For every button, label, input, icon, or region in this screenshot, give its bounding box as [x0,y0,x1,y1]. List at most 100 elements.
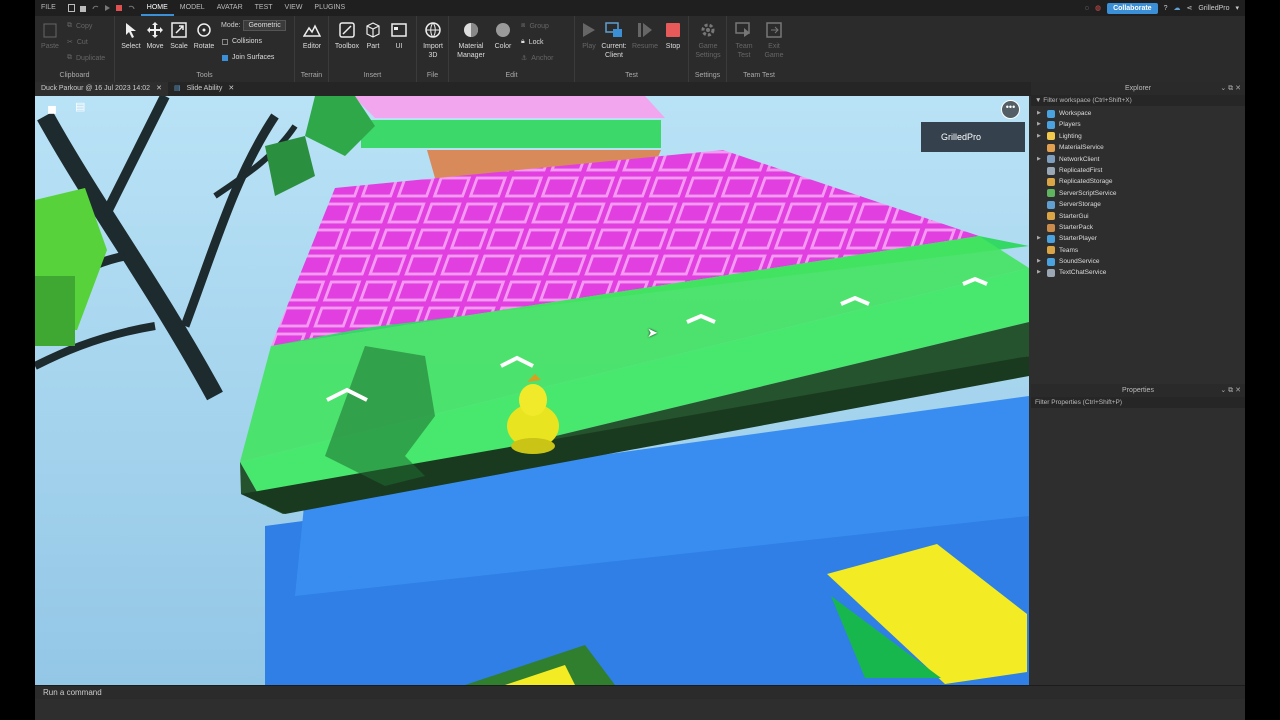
expand-arrow-icon[interactable]: ▶ [1037,131,1043,142]
profile-icon[interactable]: ◌ [1085,5,1089,12]
tab-duck-parkour[interactable]: Duck Parkour @ 16 Jul 2023 14:02 ✕ [35,82,168,96]
explorer-item[interactable]: ▶ Players [1031,119,1245,130]
rotate-button[interactable]: Rotate [191,21,217,51]
tab-view[interactable]: VIEW [279,0,309,16]
explorer-item[interactable]: ServerStorage [1031,199,1245,210]
expand-arrow-icon[interactable]: ▶ [1037,233,1043,244]
toolbox-button[interactable]: Toolbox [333,21,361,51]
cloud-icon[interactable]: ☁ [1173,4,1180,12]
file-menu[interactable]: FILE [35,0,62,16]
expand-arrow-icon[interactable]: ▶ [1037,267,1043,278]
share-icon[interactable]: ⋖ [1186,4,1192,12]
import-3d-button[interactable]: Import 3D [419,21,447,60]
close-icon[interactable]: ✕ [156,82,162,96]
properties-filter-input[interactable]: Filter Properties (Ctrl+Shift+P) [1031,397,1245,408]
explorer-item[interactable]: ServerScriptService [1031,188,1245,199]
tab-model[interactable]: MODEL [174,0,211,16]
game-settings-button[interactable]: Game Settings [693,21,723,60]
scale-button[interactable]: Scale [167,21,191,51]
username[interactable]: GrilledPro [1198,5,1229,12]
expand-arrow-icon[interactable]: ▶ [1037,119,1043,130]
join-surfaces-checkbox[interactable] [222,54,228,61]
explorer-item[interactable]: ▶ NetworkClient [1031,154,1245,165]
help-icon[interactable]: ? [1164,5,1168,12]
test-group: Play Current: Client Resume Stop Test [575,16,689,82]
move-button[interactable]: Move [143,21,167,51]
duplicate-icon: ⧉ [67,54,72,61]
chevron-down-icon[interactable]: ▾ [1235,4,1239,12]
tab-test[interactable]: TEST [249,0,279,16]
menu-dots-button[interactable]: ••• [1001,100,1020,119]
expand-arrow-icon[interactable]: ▶ [1037,108,1043,119]
resume-button[interactable]: Resume [631,21,659,51]
explorer-item[interactable]: ReplicatedStorage [1031,176,1245,187]
collisions-toggle[interactable]: Collisions [222,38,262,45]
group-button[interactable]: ⧈ Group [521,22,549,30]
select-button[interactable]: Select [119,21,143,51]
explorer-item[interactable]: ▶ SoundService [1031,256,1245,267]
explorer-item-label: ServerStorage [1059,201,1101,209]
expand-arrow-icon[interactable]: ▶ [1037,256,1043,267]
open-file-icon[interactable] [79,4,87,12]
explorer-item[interactable]: ▶ StarterPlayer [1031,233,1245,244]
settings-label: Settings [694,72,721,79]
copy-button[interactable]: ⧉ Copy [67,22,92,30]
panel-controls[interactable]: ⌄ ⧉ ✕ [1220,82,1241,95]
play-button[interactable]: Play [577,21,601,51]
terrain-editor-button[interactable]: Editor [299,21,325,51]
undo-icon[interactable] [128,4,135,12]
part-button[interactable]: Part [361,21,385,51]
resume-icon [636,21,654,39]
ui-button[interactable]: UI [387,21,411,51]
move-icon [146,21,164,39]
lock-button[interactable]: 🔒︎ Lock [521,38,544,46]
scene-render [35,96,1029,685]
roblox-logo-icon[interactable]: ◼ [47,102,57,116]
panel-controls[interactable]: ⌄ ⧉ ✕ [1220,384,1241,397]
command-bar[interactable]: Run a command [35,685,1245,699]
explorer-filter-input[interactable]: ▼ Filter workspace (Ctrl+Shift+X) [1031,95,1245,106]
cut-button[interactable]: ✂ Cut [67,38,88,47]
explorer-item[interactable]: ▶ Lighting [1031,131,1245,142]
material-label: Material [458,43,484,50]
tab-plugins[interactable]: PLUGINS [308,0,351,16]
join-surfaces-toggle[interactable]: Join Surfaces [222,54,274,61]
explorer-item[interactable]: Teams [1031,245,1245,256]
filter-icon: ▼ [1035,97,1042,104]
exit-sub-label: Game [764,52,784,59]
duplicate-button[interactable]: ⧉ Duplicate [67,54,105,62]
expand-arrow-icon[interactable]: ▶ [1037,154,1043,165]
tab-avatar[interactable]: AVATAR [211,0,249,16]
paste-button[interactable]: Paste [39,21,61,51]
explorer-item[interactable]: MaterialService [1031,142,1245,153]
color-button[interactable]: Color [491,21,515,51]
mode-select[interactable]: Mode: Geometric [221,20,286,31]
mode-value[interactable]: Geometric [243,20,286,31]
chat-icon[interactable]: ▤ [75,100,85,113]
explorer-item[interactable]: ReplicatedFirst [1031,165,1245,176]
exit-game-button[interactable]: Exit Game [761,21,787,60]
current-client-button[interactable]: Current: Client [599,21,629,60]
redo-icon[interactable] [92,4,99,12]
close-icon[interactable]: ✕ [228,82,234,96]
service-icon [1047,189,1055,198]
tab-home[interactable]: HOME [140,0,174,16]
material-sphere-icon [462,21,480,39]
explorer-item[interactable]: ▶ TextChatService [1031,267,1245,278]
collaborate-button[interactable]: Collaborate [1107,2,1158,14]
notification-icon[interactable]: ◍ [1095,4,1101,12]
anchor-button[interactable]: ⚓︎ Anchor [521,54,553,63]
team-test-button[interactable]: Team Test [731,21,757,60]
stop-small-icon[interactable] [115,4,123,12]
game-viewport[interactable]: ◼ ▤ ••• GrilledPro ➤ [35,96,1029,685]
explorer-item[interactable]: ▶ Workspace [1031,108,1245,119]
material-manager-button[interactable]: Material Manager [453,21,489,60]
collisions-checkbox[interactable] [222,38,228,45]
explorer-item[interactable]: StarterGui [1031,211,1245,222]
play-small-icon[interactable] [104,4,111,12]
stop-button[interactable]: Stop [661,21,685,51]
explorer-item[interactable]: StarterPack [1031,222,1245,233]
tab-slide-ability[interactable]: ▤ Slide Ability ✕ [168,82,240,96]
menu-right: ◌ ◍ Collaborate ? ☁ ⋖ GrilledPro ▾ [1085,0,1239,16]
new-file-icon[interactable] [67,4,75,12]
